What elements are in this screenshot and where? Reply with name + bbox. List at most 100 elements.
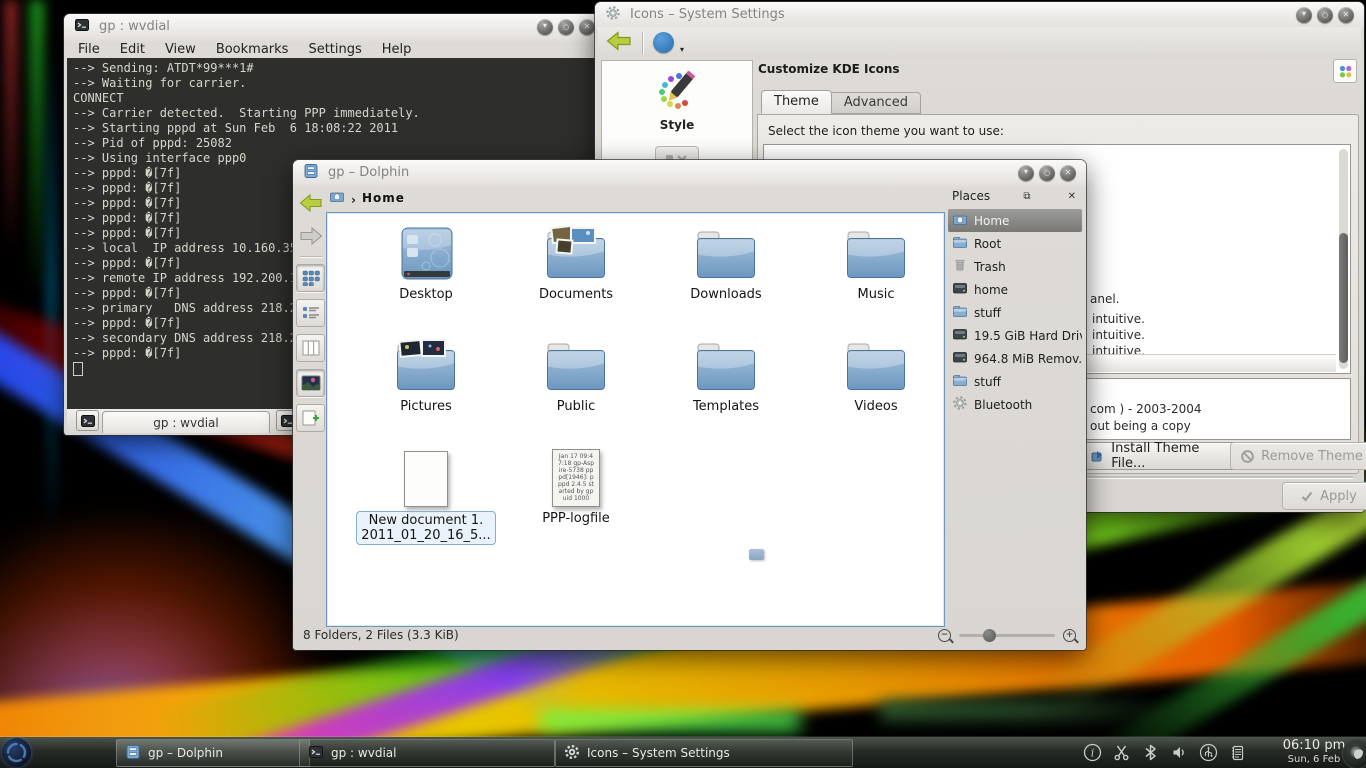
file-item-videos[interactable]: Videos <box>801 333 951 445</box>
menu-help[interactable]: Help <box>382 42 412 57</box>
zoom-slider[interactable] <box>959 634 1055 637</box>
ss-window-title: Icons – System Settings <box>630 7 785 22</box>
terminal-line: CONNECT <box>73 91 602 106</box>
bluetooth-icon[interactable] <box>1140 743 1160 763</box>
dolphin-icon <box>125 744 141 763</box>
place-stuff[interactable]: stuff <box>948 301 1082 324</box>
file-item-public[interactable]: Public <box>501 333 651 445</box>
scrollbar-handle[interactable] <box>1339 233 1348 363</box>
new-tab-button[interactable] <box>76 410 99 431</box>
ss-tabs: Theme Advanced <box>761 90 921 114</box>
folder-icon <box>952 372 968 391</box>
volume-icon[interactable] <box>1169 743 1189 763</box>
ss-titlebar[interactable]: Icons – System Settings <box>595 2 1364 27</box>
task-label: Icons – System Settings <box>587 746 730 760</box>
toolbar-separator <box>642 32 643 54</box>
details-view-icon[interactable] <box>296 299 325 327</box>
back-icon[interactable] <box>297 190 324 216</box>
place-stuff[interactable]: stuff <box>948 370 1082 393</box>
preview-icon[interactable] <box>296 369 325 397</box>
task-terminal[interactable]: gp : wvdial <box>299 739 555 767</box>
place-root[interactable]: Root <box>948 232 1082 255</box>
maximize-button[interactable] <box>1039 165 1055 181</box>
maximize-button[interactable] <box>1317 7 1333 23</box>
info-icon[interactable]: i <box>1082 743 1102 763</box>
menu-file[interactable]: File <box>78 42 100 57</box>
icons-view-icon[interactable] <box>296 264 325 292</box>
file-item-ppp-logfile[interactable]: Jan 17 09:47:18 gp-Aspire-5738 pppd[1946… <box>501 445 651 557</box>
dolphin-file-view[interactable]: DesktopDocumentsDownloads Music PicturesPu… <box>326 212 945 627</box>
minimize-button[interactable] <box>1296 7 1312 23</box>
zoom-in-icon[interactable]: + <box>1063 629 1076 642</box>
overview-icon[interactable] <box>1333 59 1357 83</box>
konsole-window-title: gp : wvdial <box>99 19 170 34</box>
columns-view-icon[interactable] <box>296 334 325 362</box>
sidebar-item-style[interactable]: Style <box>602 61 752 176</box>
place-bluetooth[interactable]: Bluetooth <box>948 393 1082 416</box>
list-text-fragment: anel. <box>1090 292 1120 306</box>
close-button[interactable] <box>1338 7 1354 23</box>
close-button[interactable] <box>1060 165 1076 181</box>
klipper-scissors-icon[interactable] <box>1111 743 1131 763</box>
usb-icon[interactable] <box>1198 743 1218 763</box>
file-item-documents[interactable]: Documents <box>501 221 651 333</box>
place-19-5-gib-hard-drive[interactable]: 19.5 GiB Hard Drive <box>948 324 1082 347</box>
style-icon <box>654 71 700 115</box>
place-964-8-mib-remov-[interactable]: 964.8 MiB Remov... <box>948 347 1082 370</box>
chevron-down-icon[interactable]: ▾ <box>680 45 684 54</box>
tab-theme[interactable]: Theme <box>761 90 832 114</box>
file-item-music[interactable]: Music <box>801 221 951 333</box>
close-panel-icon[interactable]: ✕ <box>1064 191 1080 202</box>
menu-view[interactable]: View <box>165 42 196 57</box>
task-dolphin[interactable]: gp – Dolphin <box>116 739 310 767</box>
close-button[interactable] <box>579 19 595 35</box>
ss-toolbar: ▾ <box>598 27 1361 58</box>
folder-icon <box>844 221 908 283</box>
zoom-out-icon[interactable]: − <box>938 629 951 642</box>
place-home[interactable]: home <box>948 278 1082 301</box>
dolphin-window-icon <box>303 163 319 183</box>
drive-icon <box>952 349 968 368</box>
battery-icon[interactable] <box>1227 743 1247 763</box>
breadcrumb-home[interactable]: Home <box>362 191 405 205</box>
minimize-button[interactable] <box>1018 165 1034 181</box>
maximize-button[interactable] <box>558 19 574 35</box>
file-item-label: New document 1.2011_01_20_16_5... <box>356 511 495 545</box>
folder-home-icon[interactable] <box>329 188 345 208</box>
file-item-downloads[interactable]: Downloads <box>651 221 801 333</box>
menu-settings[interactable]: Settings <box>308 42 361 57</box>
konsole-tab[interactable]: gp : wvdial <box>102 411 270 433</box>
help-icon[interactable] <box>653 32 674 53</box>
terminal-line: --> Starting pppd at Sun Feb 6 18:08:22 … <box>73 121 602 136</box>
file-item-pictures[interactable]: Pictures <box>351 333 501 445</box>
panel-cashew-icon[interactable] <box>1342 739 1366 768</box>
install-theme-button[interactable]: Install Theme File... <box>1080 442 1242 470</box>
konsole-titlebar[interactable]: gp : wvdial <box>64 14 605 39</box>
place-trash[interactable]: Trash <box>948 255 1082 278</box>
task-gear[interactable]: Icons – System Settings <box>555 739 853 767</box>
tab-advanced[interactable]: Advanced <box>832 92 921 114</box>
split-view-icon[interactable] <box>296 404 325 432</box>
folder-icon <box>694 221 758 283</box>
forward-icon[interactable] <box>297 223 324 249</box>
dolphin-titlebar[interactable]: gp – Dolphin <box>293 160 1086 185</box>
folder-icon <box>952 234 968 253</box>
minimize-button[interactable] <box>537 19 553 35</box>
desktop: gp : wvdial File Edit View Bookmarks Setting… <box>0 0 1366 768</box>
scrollbar[interactable] <box>1339 149 1348 369</box>
float-panel-icon[interactable]: ⧉ <box>1019 191 1034 202</box>
file-preview: Jan 17 09:47:18 gp-Aspire-5738 pppd[1946… <box>552 449 600 507</box>
file-item-desktop[interactable]: Desktop <box>351 221 501 333</box>
menu-bookmarks[interactable]: Bookmarks <box>216 42 289 57</box>
zoom-slider-handle[interactable] <box>983 629 996 642</box>
launcher-logo-icon[interactable] <box>2 738 31 767</box>
place-home[interactable]: Home <box>948 209 1082 232</box>
file-item-label: Music <box>858 287 895 302</box>
file-item-new-document-1-[interactable]: New document 1.2011_01_20_16_5... <box>351 445 501 557</box>
terminal-line: --> Sending: ATDT*99***1# <box>73 61 602 76</box>
file-icon <box>404 445 448 507</box>
menu-edit[interactable]: Edit <box>120 42 145 57</box>
back-button[interactable] <box>606 30 632 56</box>
no-entry-icon <box>1241 450 1254 463</box>
file-item-templates[interactable]: Templates <box>651 333 801 445</box>
